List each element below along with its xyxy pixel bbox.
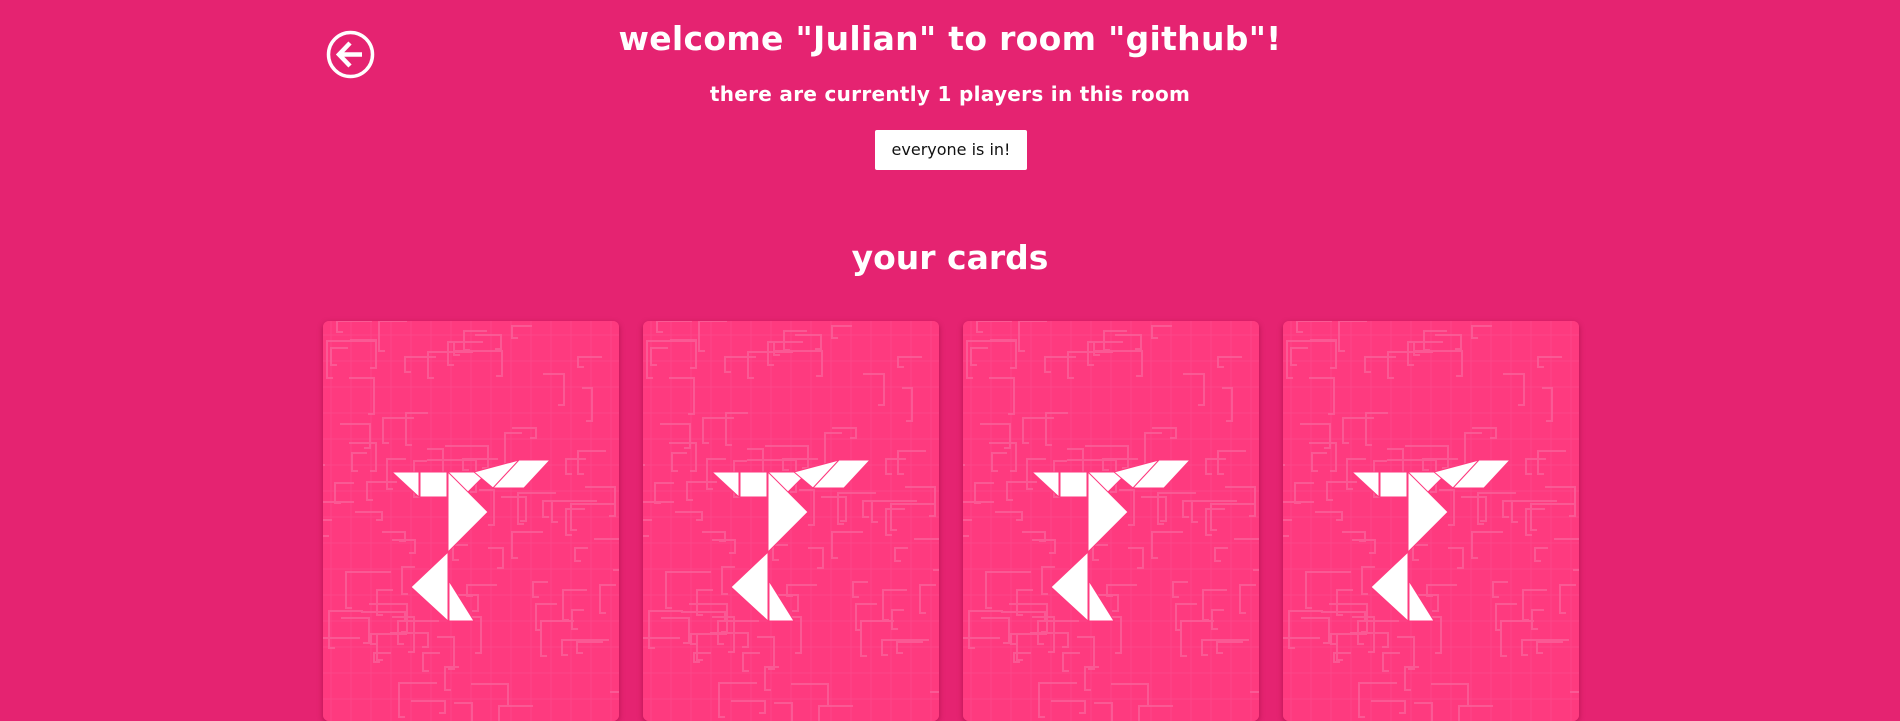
- cards-section-title: your cards: [851, 238, 1049, 277]
- card-back-art: [323, 321, 619, 721]
- card-back[interactable]: [963, 321, 1259, 721]
- card-back-art: [963, 321, 1259, 721]
- everyone-is-in-button[interactable]: everyone is in!: [875, 130, 1027, 170]
- card-back[interactable]: [1283, 321, 1579, 721]
- player-count-text: there are currently 1 players in this ro…: [709, 82, 1191, 106]
- card-list: [323, 321, 1579, 721]
- card-back[interactable]: [643, 321, 939, 721]
- card-back-art: [1283, 321, 1579, 721]
- page-title: welcome "Julian" to room "github"!: [618, 19, 1282, 58]
- card-back-art: [643, 321, 939, 721]
- card-back[interactable]: [323, 321, 619, 721]
